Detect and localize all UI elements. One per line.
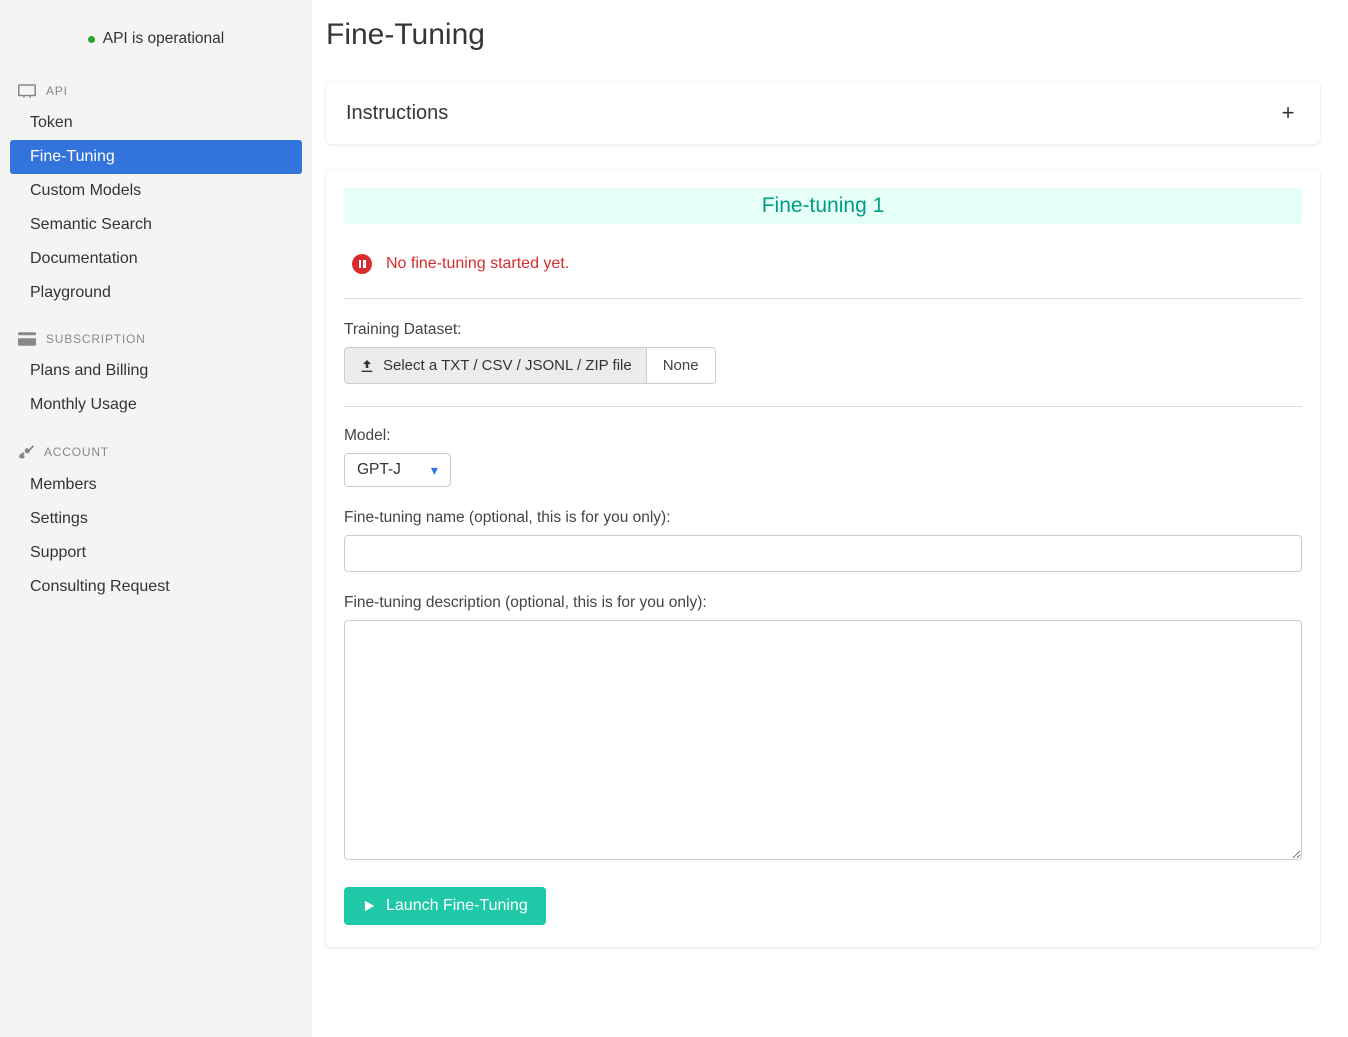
sidebar-item-documentation[interactable]: Documentation [10,242,302,276]
description-label: Fine-tuning description (optional, this … [344,594,1302,612]
section-label: API [46,84,68,98]
card-icon [18,332,36,346]
alert-text: No fine-tuning started yet. [386,255,569,273]
upload-value: None [647,348,715,383]
divider [344,406,1302,407]
sidebar-item-consulting-request[interactable]: Consulting Request [10,570,302,604]
api-icon [18,84,36,98]
instructions-panel[interactable]: Instructions + [326,82,1320,144]
finetune-panel: Fine-tuning 1 No fine-tuning started yet… [326,170,1320,947]
tools-icon [18,444,34,460]
play-icon [362,899,376,913]
sidebar-item-settings[interactable]: Settings [10,502,302,536]
sidebar-item-members[interactable]: Members [10,468,302,502]
sidebar: API is operational API Token Fine-Tuning… [0,0,312,1037]
model-field: Model: GPT-J ▾ [344,427,1302,487]
sidebar-item-fine-tuning[interactable]: Fine-Tuning [10,140,302,174]
main-content: Fine-Tuning Instructions + Fine-tuning 1… [312,0,1348,1037]
sidebar-item-monthly-usage[interactable]: Monthly Usage [10,388,302,422]
name-label: Fine-tuning name (optional, this is for … [344,509,1302,527]
training-dataset-label: Training Dataset: [344,321,1302,339]
pause-icon [352,254,372,274]
description-field: Fine-tuning description (optional, this … [344,594,1302,865]
finetune-alert: No fine-tuning started yet. [344,254,1302,299]
upload-button[interactable]: Select a TXT / CSV / JSONL / ZIP file [345,348,647,383]
section-label: SUBSCRIPTION [46,332,146,346]
name-field: Fine-tuning name (optional, this is for … [344,509,1302,572]
section-header-api: API [0,76,312,106]
nav-list-subscription: Plans and Billing Monthly Usage [0,354,312,422]
sidebar-item-custom-models[interactable]: Custom Models [10,174,302,208]
plus-icon[interactable]: + [1276,100,1300,126]
launch-button-label: Launch Fine-Tuning [386,897,528,915]
section-label: ACCOUNT [44,445,109,459]
sidebar-item-token[interactable]: Token [10,106,302,140]
training-dataset-field: Training Dataset: Select a TXT / CSV / J… [344,321,1302,384]
section-header-account: ACCOUNT [0,436,312,468]
api-status: API is operational [0,30,312,48]
finetune-banner: Fine-tuning 1 [344,188,1302,224]
instructions-title: Instructions [346,102,448,125]
sidebar-item-semantic-search[interactable]: Semantic Search [10,208,302,242]
finetune-name-input[interactable] [344,535,1302,572]
upload-group: Select a TXT / CSV / JSONL / ZIP file No… [344,347,716,384]
model-select[interactable]: GPT-J ▾ [344,453,451,487]
nav-list-api: Token Fine-Tuning Custom Models Semantic… [0,106,312,310]
finetune-description-input[interactable] [344,620,1302,860]
page-title: Fine-Tuning [326,18,1320,52]
upload-icon [359,358,375,374]
launch-button[interactable]: Launch Fine-Tuning [344,887,546,925]
section-header-subscription: SUBSCRIPTION [0,324,312,354]
sidebar-item-playground[interactable]: Playground [10,276,302,310]
sidebar-item-plans-billing[interactable]: Plans and Billing [10,354,302,388]
status-dot-icon [88,36,95,43]
sidebar-item-support[interactable]: Support [10,536,302,570]
model-label: Model: [344,427,1302,445]
api-status-text: API is operational [103,30,225,48]
model-value: GPT-J [357,461,401,479]
chevron-down-icon: ▾ [431,462,438,479]
upload-button-label: Select a TXT / CSV / JSONL / ZIP file [383,357,632,374]
nav-list-account: Members Settings Support Consulting Requ… [0,468,312,604]
